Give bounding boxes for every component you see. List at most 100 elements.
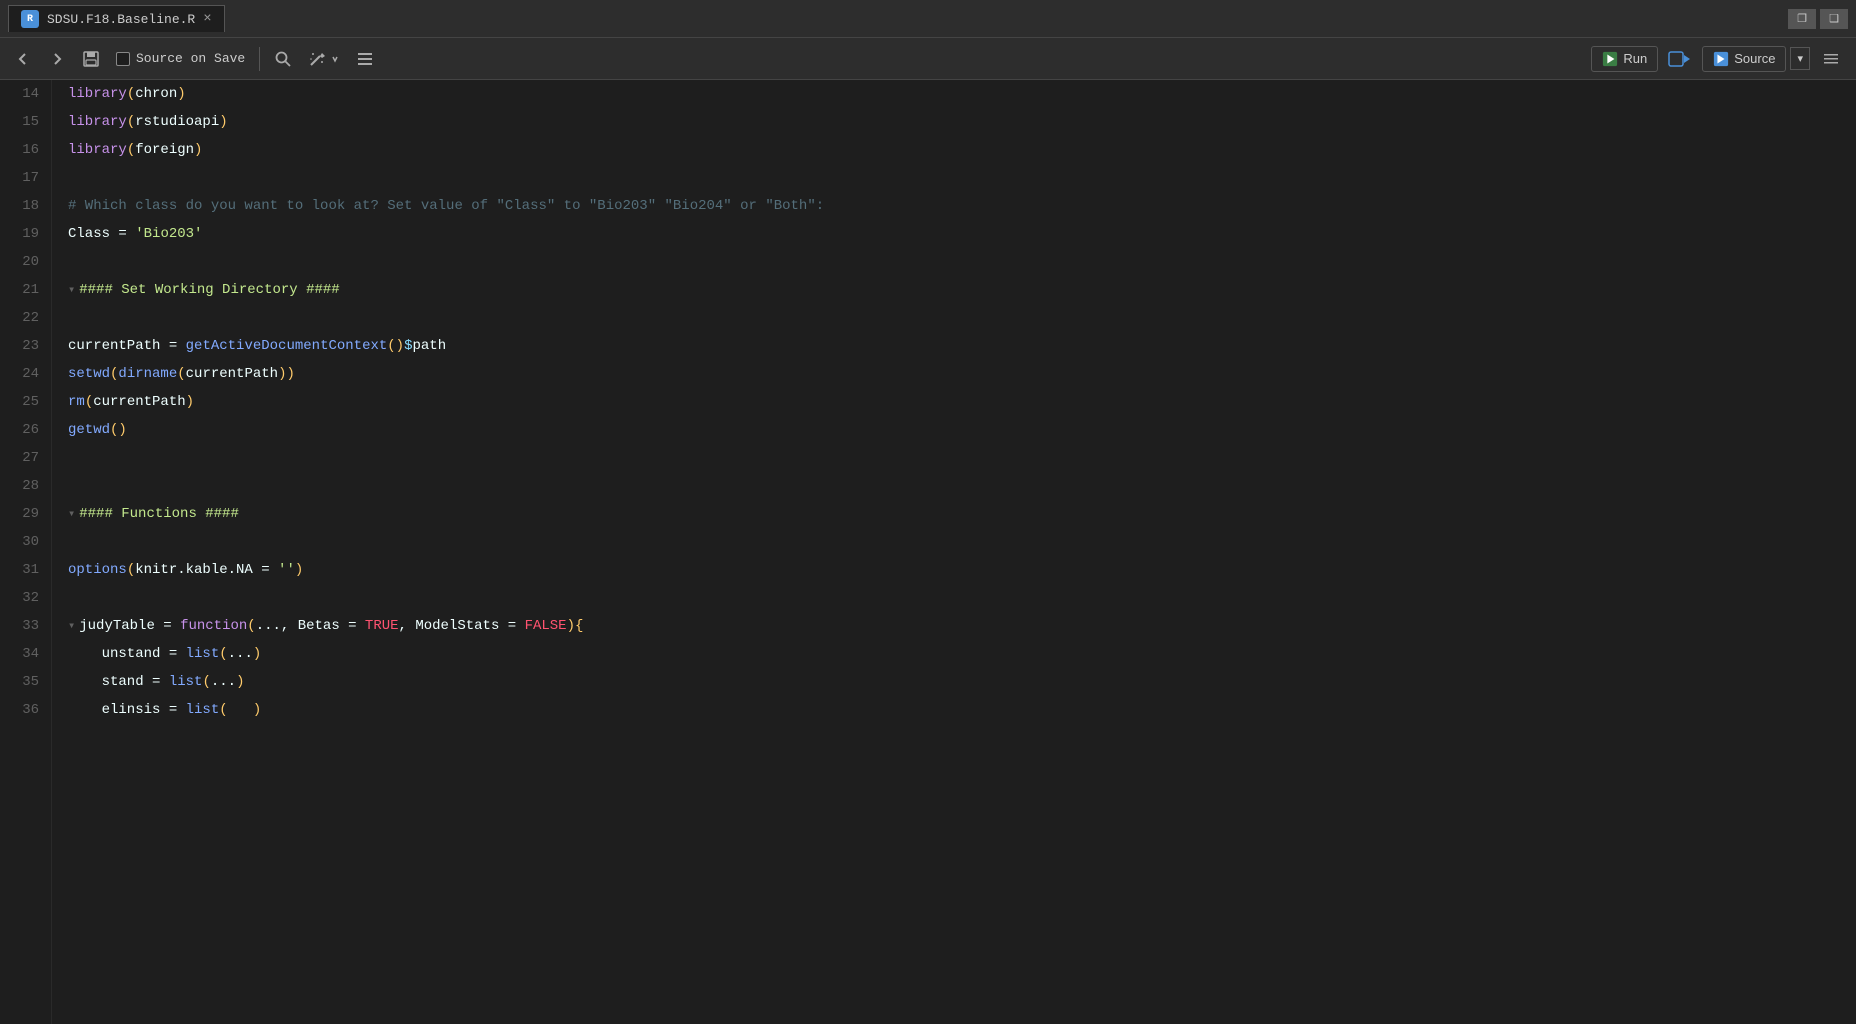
table-row: unstand = list(...) bbox=[68, 640, 1856, 668]
code-token: list bbox=[186, 696, 220, 724]
r-file-icon: R bbox=[21, 10, 39, 28]
code-token: #### Functions #### bbox=[79, 500, 239, 528]
code-token: FALSE bbox=[525, 612, 567, 640]
code-token: () bbox=[387, 332, 404, 360]
fold-arrow-icon[interactable]: ▾ bbox=[68, 500, 75, 528]
code-token: stand = bbox=[68, 668, 169, 696]
line-number: 19 bbox=[8, 220, 39, 248]
maximize-button[interactable]: ❑ bbox=[1820, 9, 1848, 29]
table-row bbox=[68, 584, 1856, 612]
table-row: Class = 'Bio203' bbox=[68, 220, 1856, 248]
list-button[interactable] bbox=[350, 47, 380, 71]
magic-dropdown-icon bbox=[330, 50, 340, 68]
code-token: ... bbox=[211, 668, 236, 696]
code-content[interactable]: library(chron)library(rstudioapi)library… bbox=[52, 80, 1856, 1024]
code-token: ) bbox=[253, 640, 261, 668]
source-label: Source bbox=[1734, 51, 1775, 66]
line-number: 36 bbox=[8, 696, 39, 724]
line-number: 30 bbox=[8, 528, 39, 556]
table-row: library(rstudioapi) bbox=[68, 108, 1856, 136]
save-button[interactable] bbox=[76, 47, 106, 71]
separator-1 bbox=[259, 47, 260, 71]
table-row: getwd() bbox=[68, 416, 1856, 444]
line-number: 22 bbox=[8, 304, 39, 332]
source-dropdown-button[interactable]: ▾ bbox=[1790, 47, 1810, 70]
line-numbers: 1415161718192021222324252627282930313233… bbox=[0, 80, 52, 1024]
code-token: ... bbox=[228, 640, 253, 668]
hamburger-menu-button[interactable] bbox=[1814, 46, 1848, 72]
code-token: elinsis = bbox=[68, 696, 186, 724]
code-token: currentPath bbox=[93, 388, 185, 416]
line-number: 20 bbox=[8, 248, 39, 276]
line-number: 21 bbox=[8, 276, 39, 304]
source-icon bbox=[1713, 51, 1729, 67]
line-number: 17 bbox=[8, 164, 39, 192]
magic-button[interactable] bbox=[302, 47, 346, 71]
code-token: setwd bbox=[68, 360, 110, 388]
code-token: ..., Betas = bbox=[256, 612, 365, 640]
code-token: ( bbox=[85, 388, 93, 416]
editor-tab[interactable]: R SDSU.F18.Baseline.R × bbox=[8, 5, 225, 32]
code-token: ( bbox=[110, 360, 118, 388]
table-row: rm(currentPath) bbox=[68, 388, 1856, 416]
fold-arrow-icon[interactable]: ▾ bbox=[68, 276, 75, 304]
code-token: path bbox=[413, 332, 447, 360]
code-token: options bbox=[68, 556, 127, 584]
code-token: foreign bbox=[135, 136, 194, 164]
fold-arrow-icon[interactable]: ▾ bbox=[68, 612, 75, 640]
code-token: ( bbox=[247, 612, 255, 640]
source-on-save-toggle[interactable]: Source on Save bbox=[110, 51, 251, 66]
code-token: () bbox=[110, 416, 127, 444]
magic-wand-icon bbox=[308, 50, 326, 68]
code-token: ( bbox=[219, 640, 227, 668]
code-token: Class bbox=[68, 220, 110, 248]
table-row: # Which class do you want to look at? Se… bbox=[68, 192, 1856, 220]
tab-close-button[interactable]: × bbox=[203, 11, 211, 27]
line-number: 34 bbox=[8, 640, 39, 668]
line-number: 15 bbox=[8, 108, 39, 136]
code-editor[interactable]: 1415161718192021222324252627282930313233… bbox=[0, 80, 1856, 1024]
code-token: '' bbox=[278, 556, 295, 584]
code-token: TRUE bbox=[365, 612, 399, 640]
table-row: library(foreign) bbox=[68, 136, 1856, 164]
goto-button[interactable] bbox=[1662, 47, 1698, 71]
source-button[interactable]: Source bbox=[1702, 46, 1786, 72]
back-button[interactable] bbox=[8, 47, 38, 71]
code-token: rm bbox=[68, 388, 85, 416]
search-button[interactable] bbox=[268, 47, 298, 71]
code-token: rstudioapi bbox=[135, 108, 219, 136]
code-token: ) bbox=[295, 556, 303, 584]
line-number: 14 bbox=[8, 80, 39, 108]
list-icon bbox=[356, 50, 374, 68]
forward-button[interactable] bbox=[42, 47, 72, 71]
code-token: getActiveDocumentContext bbox=[186, 332, 388, 360]
code-token: { bbox=[575, 612, 583, 640]
code-token: #### Set Working Directory #### bbox=[79, 276, 339, 304]
code-token: , ModelStats = bbox=[399, 612, 525, 640]
code-token: ( bbox=[177, 360, 185, 388]
table-row: stand = list(...) bbox=[68, 668, 1856, 696]
line-number: 24 bbox=[8, 360, 39, 388]
search-icon bbox=[274, 50, 292, 68]
source-on-save-checkbox[interactable] bbox=[116, 52, 130, 66]
line-number: 29 bbox=[8, 500, 39, 528]
save-icon bbox=[82, 50, 100, 68]
table-row bbox=[68, 304, 1856, 332]
goto-icon bbox=[1668, 50, 1692, 68]
table-row: ▾judyTable = function(..., Betas = TRUE,… bbox=[68, 612, 1856, 640]
code-token: ( bbox=[127, 108, 135, 136]
code-token: currentPath bbox=[68, 332, 160, 360]
code-token: $ bbox=[404, 332, 412, 360]
table-row bbox=[68, 444, 1856, 472]
line-number: 18 bbox=[8, 192, 39, 220]
line-number: 23 bbox=[8, 332, 39, 360]
line-number: 35 bbox=[8, 668, 39, 696]
table-row: ▾#### Functions #### bbox=[68, 500, 1856, 528]
code-token: # Which class do you want to look at? Se… bbox=[68, 192, 824, 220]
code-token: list bbox=[169, 668, 203, 696]
restore-button[interactable]: ❐ bbox=[1788, 9, 1816, 29]
code-token: knitr.kable.NA = bbox=[135, 556, 278, 584]
code-token: = bbox=[160, 332, 185, 360]
run-button[interactable]: Run bbox=[1591, 46, 1658, 72]
line-number: 26 bbox=[8, 416, 39, 444]
